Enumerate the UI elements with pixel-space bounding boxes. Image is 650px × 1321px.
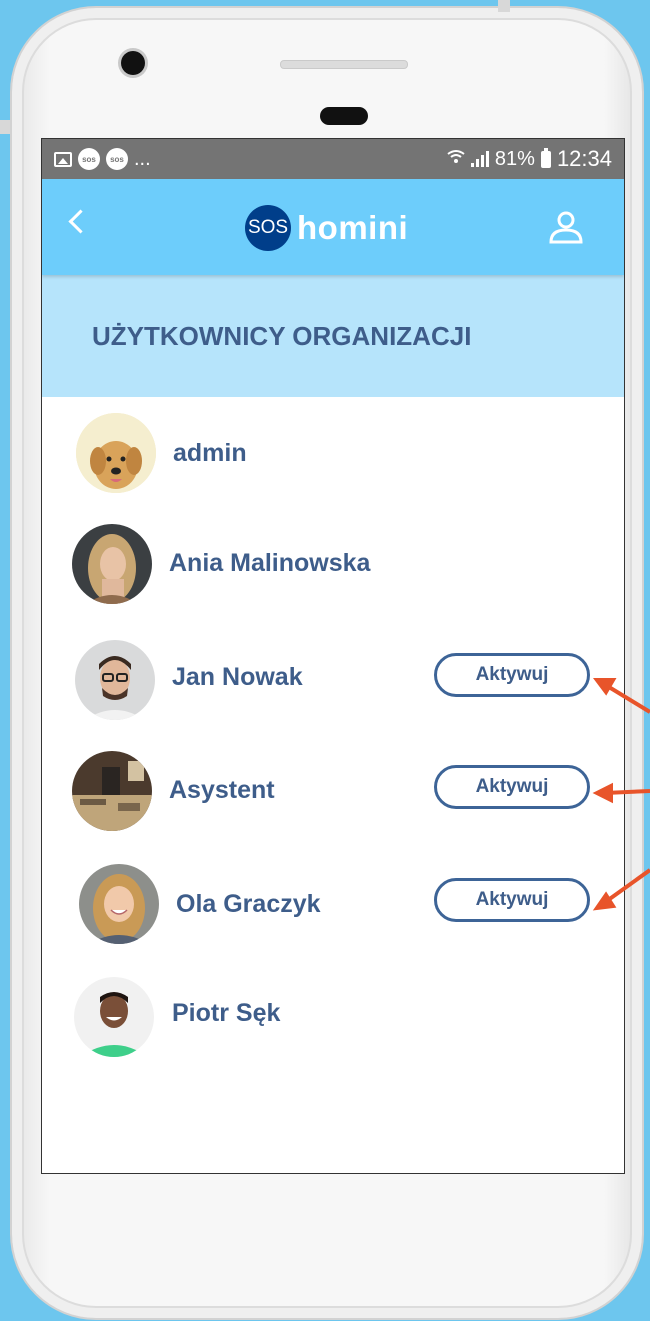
- section-title: UŻYTKOWNICY ORGANIZACJI: [92, 320, 472, 351]
- user-name: Piotr Sęk: [172, 999, 281, 1027]
- user-name: Jan Nowak: [172, 663, 303, 691]
- user-row[interactable]: Ola Graczyk Aktywuj: [42, 848, 624, 944]
- avatar: [74, 977, 154, 1057]
- sos-notification-icon: sos: [106, 148, 128, 170]
- more-notifications: ...: [134, 147, 151, 170]
- signal-icon: [470, 151, 489, 167]
- user-row[interactable]: Jan Nowak Aktywuj: [42, 624, 624, 720]
- user-row[interactable]: Asystent Aktywuj: [42, 735, 624, 831]
- earpiece-speaker: [280, 60, 408, 69]
- user-name: Asystent: [169, 776, 275, 804]
- wifi-icon: [447, 149, 465, 170]
- app-logo: SOS homini: [245, 205, 408, 251]
- side-button: [0, 120, 10, 134]
- user-name: Ania Malinowska: [169, 549, 371, 577]
- status-bar: sos sos ... 81% 12:34: [42, 139, 624, 179]
- back-arrow-icon[interactable]: [68, 209, 93, 234]
- user-row[interactable]: Piotr Sęk: [42, 961, 624, 1057]
- user-row[interactable]: Ania Malinowska: [42, 509, 624, 604]
- logo-badge: SOS: [245, 205, 291, 251]
- avatar: [79, 864, 159, 944]
- sos-notification-icon: sos: [78, 148, 100, 170]
- user-name: admin: [173, 439, 247, 467]
- section-header: UŻYTKOWNICY ORGANIZACJI: [42, 275, 624, 397]
- user-name: Ola Graczyk: [176, 890, 321, 918]
- top-button: [498, 0, 510, 12]
- user-profile-icon[interactable]: [548, 209, 584, 245]
- activate-button[interactable]: Aktywuj: [434, 653, 590, 697]
- app-bar: SOS homini: [42, 179, 624, 275]
- clock: 12:34: [556, 146, 612, 171]
- activate-button[interactable]: Aktywuj: [434, 878, 590, 922]
- avatar: [76, 413, 156, 493]
- user-row[interactable]: admin: [42, 397, 624, 493]
- avatar: [72, 524, 152, 604]
- avatar: [75, 640, 155, 720]
- logo-text: homini: [297, 209, 409, 246]
- activate-button[interactable]: Aktywuj: [434, 765, 590, 809]
- front-camera: [121, 51, 145, 75]
- phone-screen: sos sos ... 81% 12:34 SOS homini UŻYTKOW…: [41, 138, 625, 1174]
- image-notification-icon: [54, 151, 72, 167]
- battery-charging-icon: [540, 147, 551, 168]
- proximity-sensor: [320, 107, 368, 125]
- battery-percent: 81%: [494, 147, 535, 170]
- avatar: [72, 751, 152, 831]
